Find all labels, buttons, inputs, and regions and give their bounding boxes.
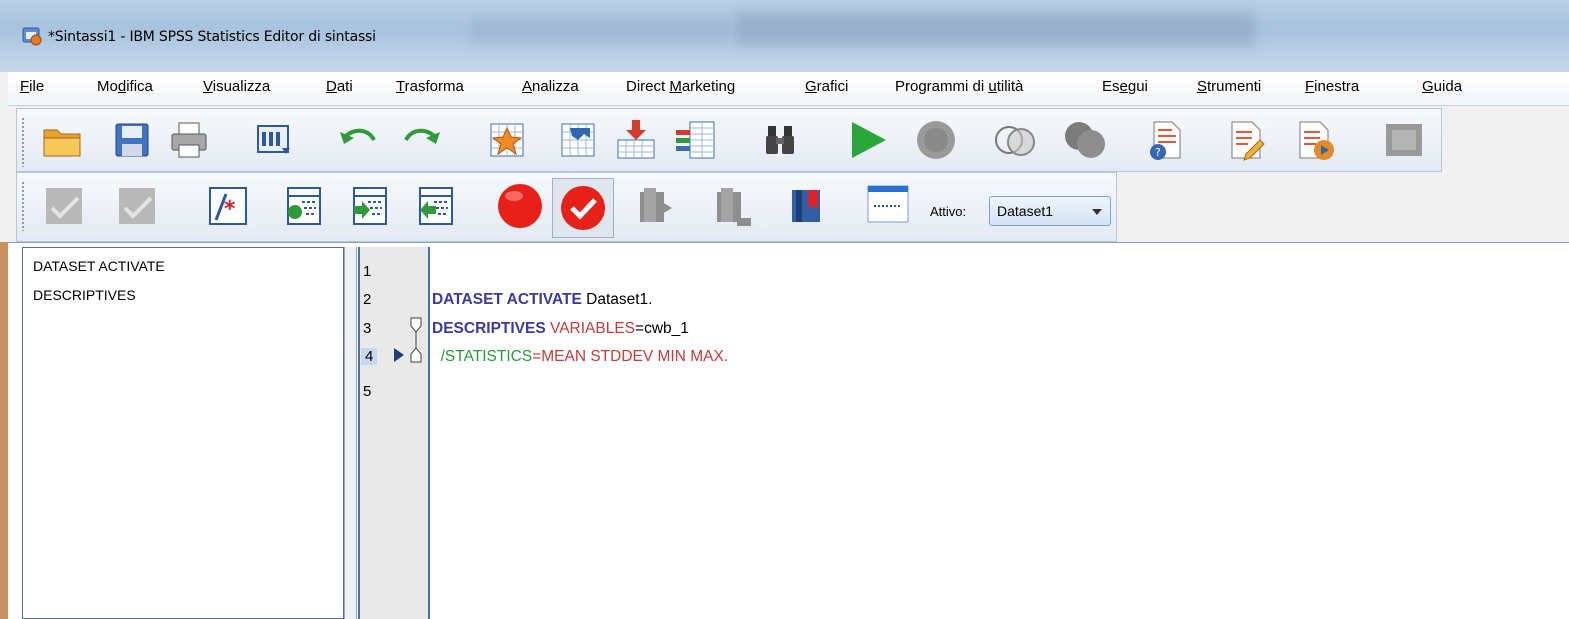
code-equals: = [532, 348, 542, 365]
check-disabled-icon[interactable] [42, 184, 86, 228]
line-number: 2 [363, 291, 372, 308]
run-syntax-icon[interactable] [1294, 118, 1338, 162]
toolbar-grip[interactable] [21, 117, 25, 167]
window-left-edge [0, 242, 8, 619]
code-text: =cwb_1 [635, 320, 689, 337]
edit-syntax-icon[interactable] [1224, 118, 1268, 162]
validate-icon[interactable] [552, 178, 614, 238]
breakpoint-icon[interactable] [496, 182, 544, 230]
menu-trasforma[interactable]: Trasforma [396, 78, 464, 95]
comment-icon[interactable]: * [206, 184, 250, 228]
save-icon[interactable] [110, 118, 154, 162]
chevron-down-icon [1092, 209, 1102, 215]
weight-cases-icon[interactable] [1063, 118, 1107, 162]
code-subcommand: VARIABLES [550, 320, 636, 337]
background-window-blur [470, 16, 730, 44]
menu-finestra[interactable]: Finestra [1305, 78, 1359, 95]
line-number-current: 4 [361, 348, 378, 365]
dialog-recall-icon[interactable] [252, 118, 296, 162]
grey-panel-icon[interactable] [1382, 118, 1426, 162]
active-dataset-dropdown[interactable]: Dataset1 [989, 196, 1111, 226]
run-icon[interactable] [846, 118, 890, 162]
bookmark-next-icon[interactable] [711, 184, 755, 228]
code-keyword: DESCRIPTIVES [432, 320, 546, 337]
toolbar-grip-2[interactable] [21, 181, 25, 231]
insert-variable-icon[interactable] [674, 118, 718, 162]
pane-splitter[interactable] [344, 247, 357, 619]
gutter-border [428, 247, 430, 619]
svg-text:*: * [224, 197, 236, 222]
open-folder-icon[interactable] [40, 118, 84, 162]
redo-icon[interactable] [400, 118, 444, 162]
step-back-icon[interactable] [414, 184, 458, 228]
menu-guida[interactable]: Guida [1422, 78, 1462, 95]
svg-text:?: ? [1155, 146, 1161, 159]
bookmark-prev-icon[interactable] [634, 184, 678, 228]
current-line-arrow-icon [394, 348, 404, 362]
code-line-4: /STATISTICS=MEAN STDDEV MIN MAX. [432, 348, 729, 366]
menu-grafici[interactable]: Grafici [805, 78, 848, 95]
code-keyword: DATASET ACTIVATE [432, 291, 582, 308]
help-syntax-icon[interactable]: ? [1144, 118, 1188, 162]
variables-icon[interactable] [556, 118, 600, 162]
insert-cases-icon[interactable] [614, 118, 658, 162]
menu-analizza[interactable]: Analizza [522, 78, 579, 95]
line-number: 1 [363, 263, 372, 280]
menu-modifica[interactable]: Modifica [97, 78, 153, 95]
line-number: 3 [363, 320, 372, 337]
code-text: Dataset1. [581, 291, 653, 308]
line-numbers-icon[interactable] [866, 182, 910, 226]
line-number: 5 [363, 383, 372, 400]
print-icon[interactable] [167, 118, 211, 162]
menu-esegui[interactable]: Esegui [1102, 78, 1148, 95]
active-dataset-value: Dataset1 [997, 203, 1054, 219]
spss-app-icon [22, 27, 42, 46]
menu-bar: File Modifica Visualizza Dati Trasforma … [8, 72, 1569, 106]
menu-file[interactable]: File [20, 78, 44, 95]
menu-direct-marketing[interactable]: Direct Marketing [626, 78, 735, 95]
title-bar[interactable]: *Sintassi1 - IBM SPSS Statistics Editor … [0, 0, 1569, 72]
check-disabled-icon-2[interactable] [115, 184, 159, 228]
code-line-3: DESCRIPTIVES VARIABLES=cwb_1 [432, 320, 689, 338]
window-title: *Sintassi1 - IBM SPSS Statistics Editor … [48, 29, 376, 45]
code-subcommand: /STATISTICS [432, 348, 533, 365]
navigator-item-descriptives[interactable]: DESCRIPTIVES [33, 287, 136, 303]
undo-icon[interactable] [336, 118, 380, 162]
bookmark-icon[interactable] [786, 184, 830, 228]
split-file-icon[interactable] [993, 118, 1037, 162]
menu-strumenti[interactable]: Strumenti [1197, 78, 1261, 95]
block-start-marker-icon[interactable] [406, 316, 428, 366]
find-icon[interactable] [758, 118, 802, 162]
step-forward-icon[interactable] [348, 184, 392, 228]
navigator-item-dataset-activate[interactable]: DATASET ACTIVATE [33, 258, 165, 274]
stop-icon[interactable] [914, 118, 958, 162]
code-values: MEAN STDDEV MIN MAX. [541, 348, 729, 365]
menu-programmi-utilita[interactable]: Programmi di utilità [895, 78, 1023, 95]
code-line-2: DATASET ACTIVATE Dataset1. [432, 291, 652, 309]
background-window-blur-2 [735, 12, 1255, 46]
step-into-icon[interactable] [282, 184, 326, 228]
menu-visualizza[interactable]: Visualizza [203, 78, 270, 95]
menu-dati[interactable]: Dati [326, 78, 353, 95]
star-template-icon[interactable] [485, 118, 529, 162]
active-dataset-label: Attivo: [930, 204, 967, 219]
